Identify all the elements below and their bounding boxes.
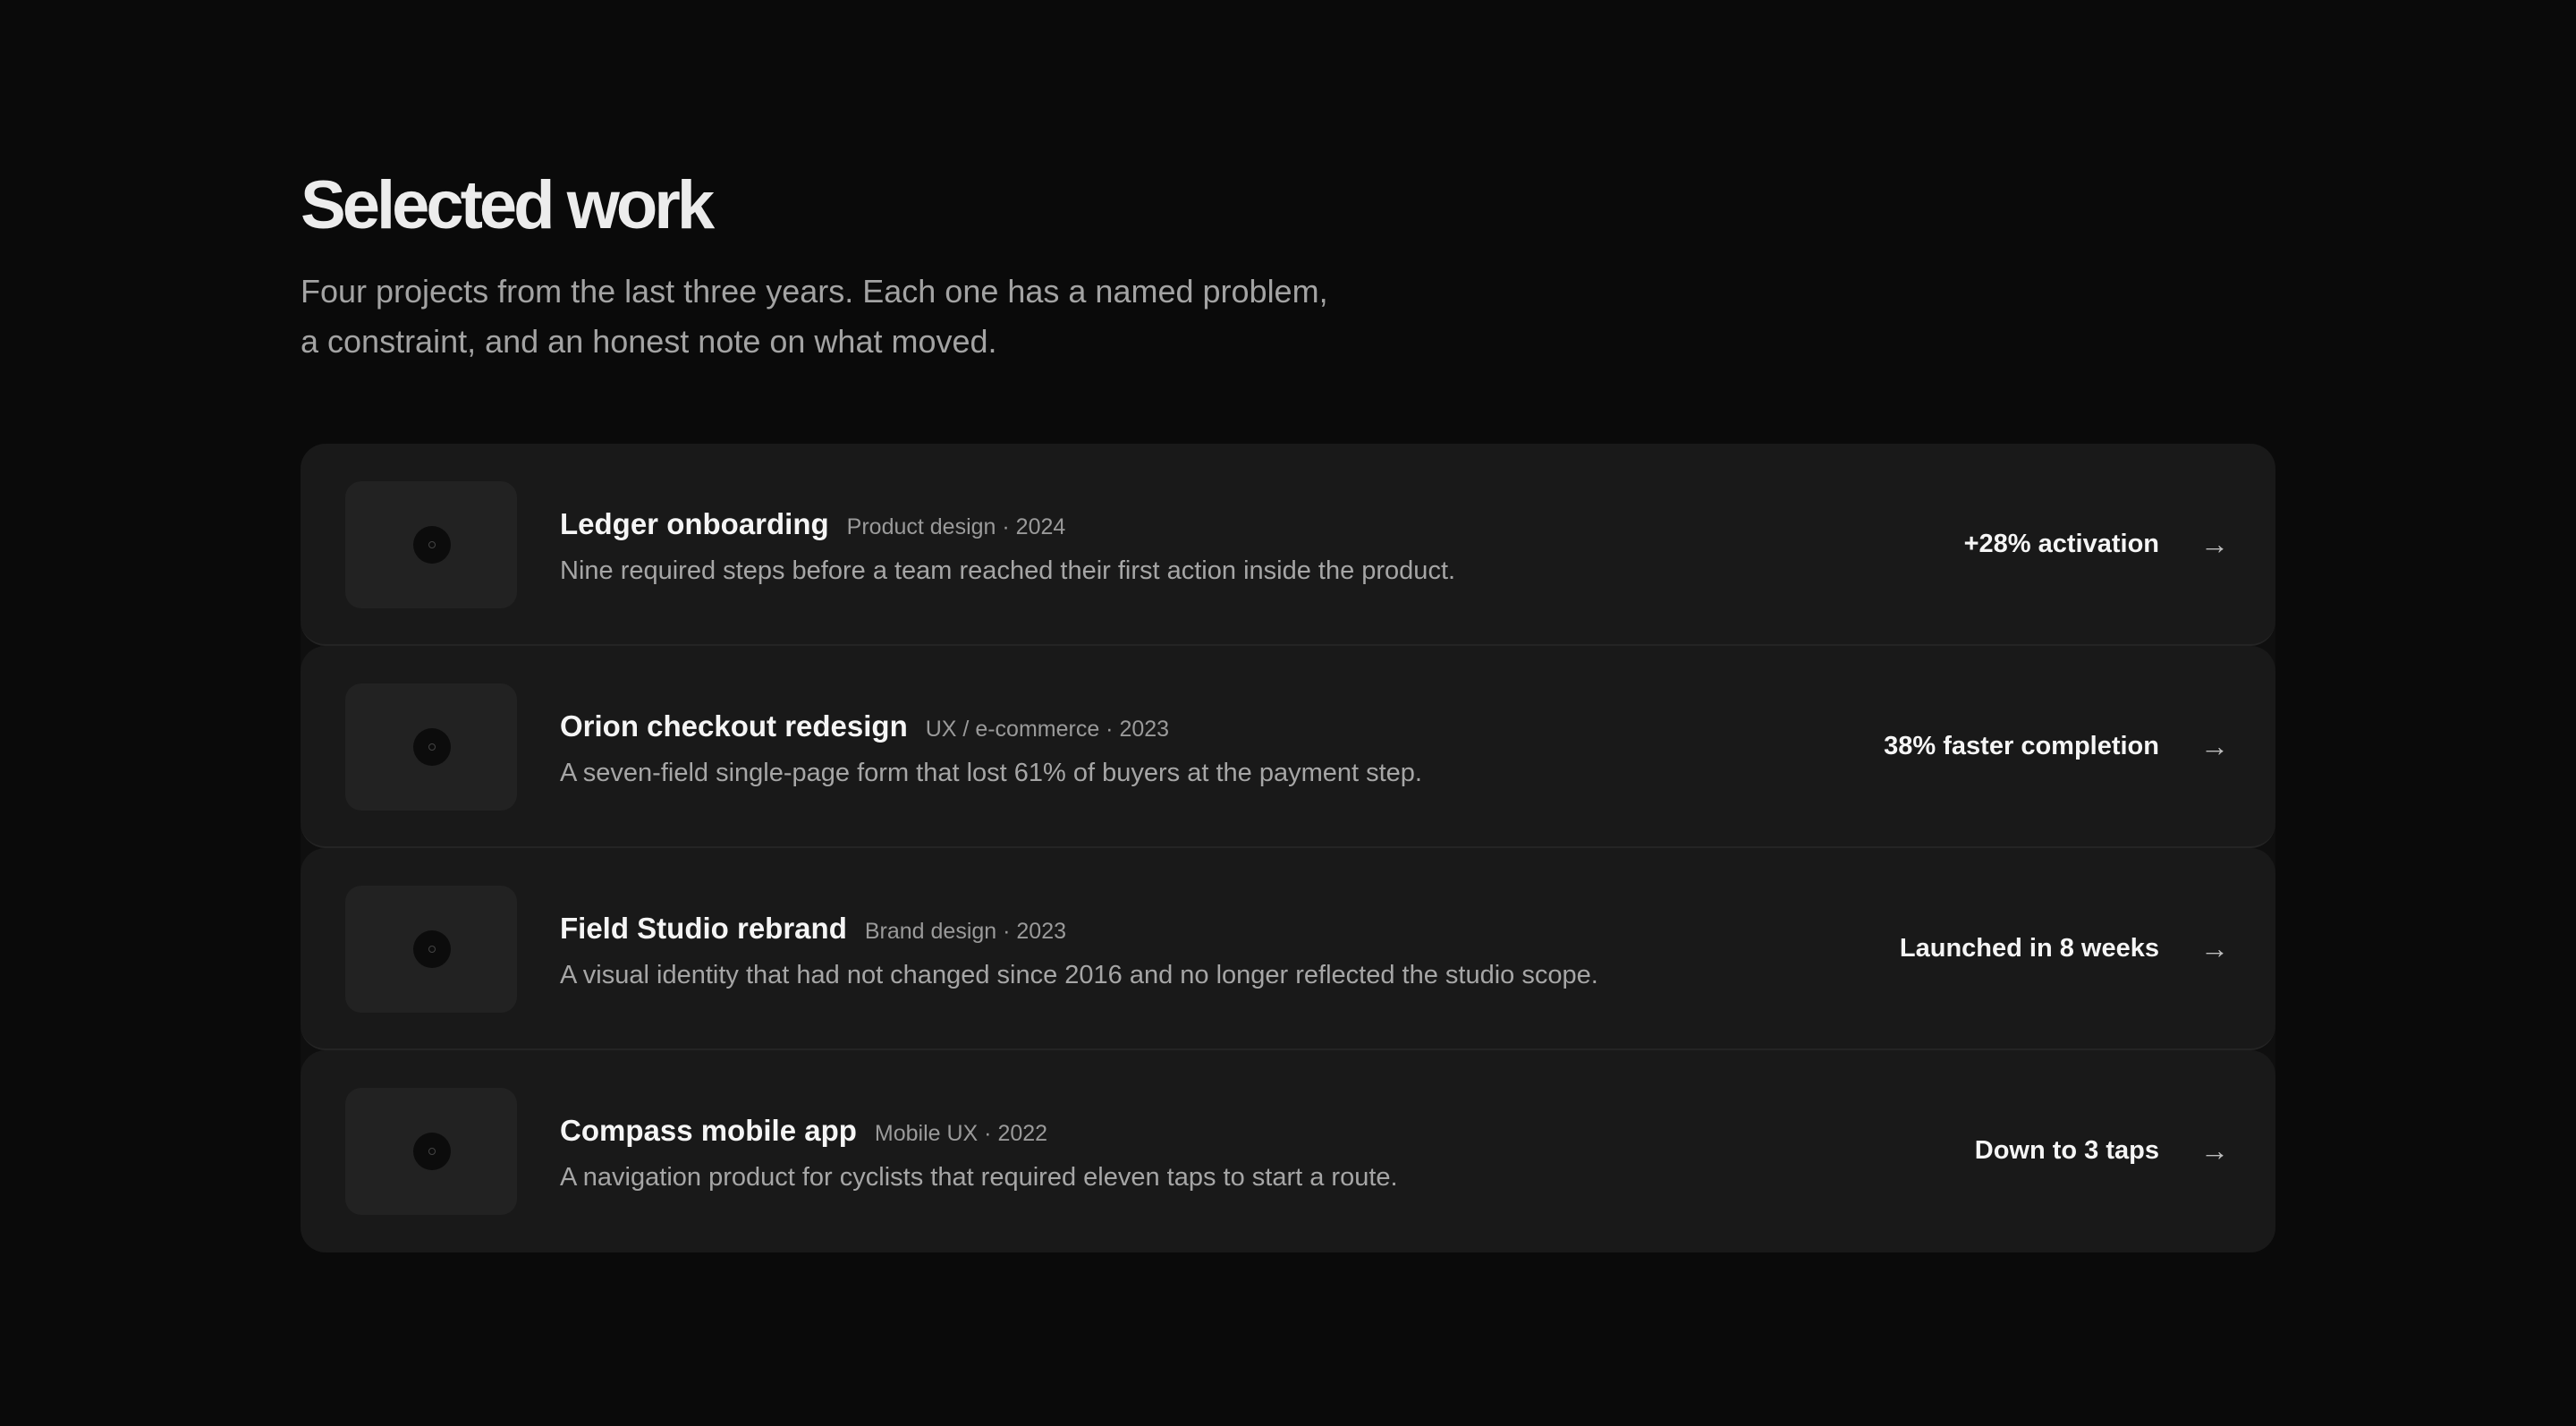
project-meta: Mobile UX · 2022	[874, 1121, 1048, 1146]
project-result: 38% faster completion	[1884, 732, 2159, 760]
project-description: A navigation product for cyclists that r…	[560, 1163, 1398, 1192]
project-meta: Brand design · 2023	[864, 919, 1067, 944]
project-thumbnail	[345, 886, 517, 1013]
image-placeholder-icon	[413, 930, 451, 968]
project-meta: Product design · 2024	[846, 514, 1066, 539]
image-placeholder-icon	[413, 1133, 451, 1170]
section-heading: Selected work	[301, 167, 715, 243]
project-meta: UX / e-commerce · 2023	[925, 717, 1170, 742]
project-thumbnail	[345, 1088, 517, 1215]
selected-work-section: Selected work Four projects from the las…	[301, 167, 2275, 1252]
project-result: Down to 3 taps	[1974, 1136, 2159, 1165]
project-result: Launched in 8 weeks	[1899, 934, 2159, 963]
project-description: A seven-field single-page form that lost…	[560, 759, 1422, 787]
project-description: A visual identity that had not changed s…	[560, 961, 1598, 989]
project-title-line: Field Studio rebrand Brand design · 2023	[560, 911, 1066, 953]
project-card-orion-checkout[interactable]: Orion checkout redesign UX / e-commerce ·…	[301, 646, 2275, 848]
project-result: +28% activation	[1963, 530, 2159, 558]
project-title: Compass mobile app	[560, 1114, 857, 1147]
image-placeholder-icon	[413, 526, 451, 564]
section-intro: Four projects from the last three years.…	[301, 273, 1328, 360]
project-thumbnail	[345, 683, 517, 811]
project-title: Ledger onboarding	[560, 507, 829, 540]
arrow-right-icon[interactable]: →	[2197, 728, 2233, 764]
project-title-line: Ledger onboarding Product design · 2024	[560, 506, 1065, 548]
project-description: Nine required steps before a team reache…	[560, 556, 1456, 585]
project-title: Field Studio rebrand	[560, 912, 847, 945]
arrow-right-icon[interactable]: →	[2197, 1133, 2233, 1168]
project-list: Ledger onboarding Product design · 2024 N…	[301, 444, 2275, 1252]
arrow-right-icon[interactable]: →	[2197, 526, 2233, 562]
project-card-ledger-onboarding[interactable]: Ledger onboarding Product design · 2024 N…	[301, 444, 2275, 646]
project-title: Orion checkout redesign	[560, 709, 908, 743]
project-thumbnail	[345, 481, 517, 608]
project-title-line: Compass mobile app Mobile UX · 2022	[560, 1113, 1047, 1155]
project-title-line: Orion checkout redesign UX / e-commerce ·…	[560, 709, 1169, 751]
arrow-right-icon[interactable]: →	[2197, 930, 2233, 966]
project-card-compass-app[interactable]: Compass mobile app Mobile UX · 2022 A nav…	[301, 1050, 2275, 1252]
image-placeholder-icon	[413, 728, 451, 766]
project-card-field-studio[interactable]: Field Studio rebrand Brand design · 2023 …	[301, 848, 2275, 1050]
